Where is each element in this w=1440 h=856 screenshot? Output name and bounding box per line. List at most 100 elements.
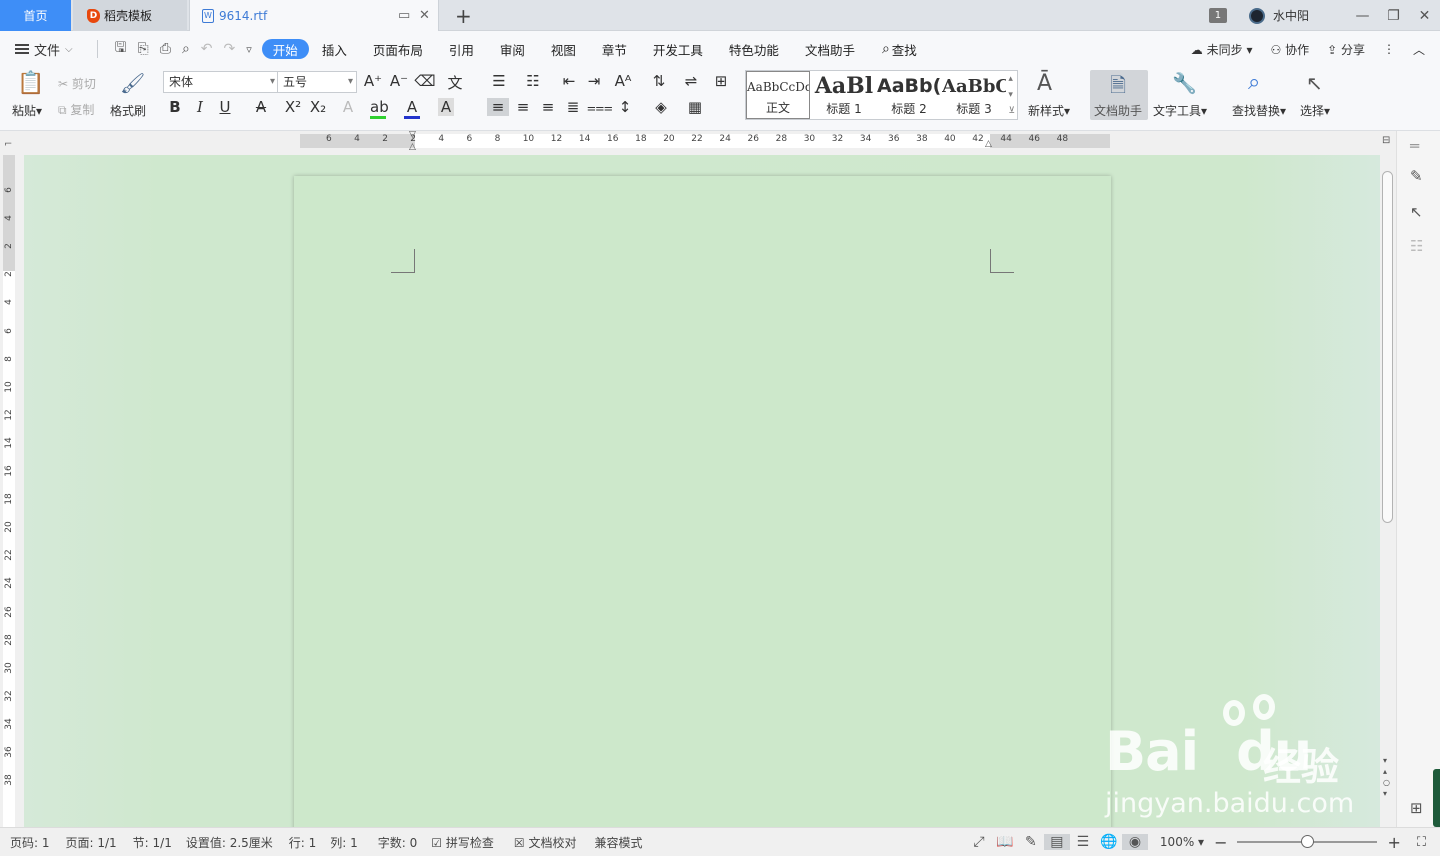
style-heading-2[interactable]: AaBb( 标题 2	[877, 71, 941, 119]
word-count[interactable]: 字数: 0	[378, 834, 418, 851]
setting-value[interactable]: 设置值: 2.5厘米	[186, 834, 273, 851]
change-case-icon[interactable]: Aᴬ	[612, 72, 634, 90]
line-spacing-icon[interactable]: ↕	[614, 98, 636, 116]
print-icon[interactable]: ⎙	[160, 41, 171, 57]
row-number[interactable]: 行: 1	[289, 834, 317, 851]
highlight-icon[interactable]: ab	[370, 98, 389, 119]
undo-icon[interactable]: ↶	[201, 41, 213, 57]
font-name-select[interactable]: 宋体	[163, 71, 279, 93]
file-menu-button[interactable]: 文件 ⌵	[15, 40, 73, 59]
superscript-icon[interactable]: X²	[282, 98, 304, 116]
page-view-icon[interactable]: ▤	[1043, 834, 1070, 850]
new-tab-icon[interactable]: +	[455, 4, 472, 28]
section-count[interactable]: 节: 1/1	[133, 834, 172, 851]
save-as-icon[interactable]: ⎘	[138, 41, 149, 57]
search-button[interactable]: ⌕ 查找	[868, 39, 930, 59]
select-cursor-icon[interactable]: ↖	[1410, 203, 1423, 221]
horizontal-ruler[interactable]: ⌐ 6 4 2 2 4 6 8 10 12 14 16 18 20 22 24 26 28 30 32 34 36 38 4…	[0, 130, 1380, 155]
font-color-icon[interactable]: A	[404, 98, 420, 119]
style-heading-3[interactable]: AaBbC 标题 3	[942, 71, 1006, 119]
bullet-list-icon[interactable]: ☰	[488, 72, 510, 90]
edit-pen-icon[interactable]: ✎	[1410, 167, 1423, 185]
wrench-icon[interactable]: 🔧	[1172, 71, 1197, 95]
show-marks-icon[interactable]: ⇌	[680, 72, 702, 90]
collab-button[interactable]: ⚇ 协作	[1270, 41, 1309, 58]
styles-scroll-icon[interactable]: ▴ ▾ ⊻	[1008, 71, 1015, 119]
tab-developer[interactable]: 开发工具	[640, 39, 716, 59]
phonetic-guide-icon[interactable]: 文	[444, 72, 466, 93]
print-preview-icon[interactable]: ⌕	[182, 41, 190, 57]
font-size-select[interactable]: 五号	[277, 71, 357, 93]
shrink-font-icon[interactable]: A⁻	[388, 72, 410, 90]
page-count[interactable]: 页面: 1/1	[66, 834, 117, 851]
distribute-icon[interactable]: ⩶	[587, 98, 613, 116]
tab-page-layout[interactable]: 页面布局	[360, 39, 436, 59]
right-indent-marker[interactable]: △	[985, 139, 992, 149]
char-shading-icon[interactable]: A	[438, 98, 454, 116]
save-icon[interactable]: 🖫	[115, 37, 127, 61]
tab-doc-assistant[interactable]: 文档助手	[792, 39, 868, 59]
spell-check-button[interactable]: ☑ 拼写检查	[431, 834, 494, 851]
text-tools-button[interactable]: 文字工具▾	[1153, 102, 1207, 119]
apps-grid-icon[interactable]: ⊞	[1410, 799, 1423, 817]
zoom-out-icon[interactable]: −	[1214, 833, 1227, 852]
tab-start[interactable]: 开始	[261, 39, 309, 59]
grow-font-icon[interactable]: A⁺	[362, 72, 384, 90]
cursor-icon[interactable]: ↖	[1306, 71, 1323, 95]
paste-button[interactable]: 粘贴▾	[12, 102, 42, 119]
document-page[interactable]	[294, 176, 1111, 827]
tab-insert[interactable]: 插入	[309, 39, 360, 59]
zoom-in-icon[interactable]: +	[1387, 833, 1400, 852]
ruler-toggle-icon[interactable]: ⊟	[1382, 135, 1390, 146]
new-style-button[interactable]: 新样式▾	[1028, 102, 1070, 119]
tab-document[interactable]: W 9614.rtf ▭ ✕	[189, 0, 439, 31]
new-style-icon[interactable]: Ā	[1037, 71, 1052, 96]
numbered-list-icon[interactable]: ☷	[522, 72, 544, 90]
zoom-level-select[interactable]: 100% ▾	[1160, 835, 1204, 849]
tab-home[interactable]: 首页	[0, 0, 71, 31]
outline-view-icon[interactable]: ☰	[1070, 834, 1096, 850]
web-view-icon[interactable]: 🌐	[1096, 834, 1122, 850]
column-number[interactable]: 列: 1	[330, 834, 358, 851]
read-mode-icon[interactable]: 📖	[992, 834, 1018, 850]
minimize-button[interactable]: —	[1347, 8, 1378, 24]
strikethrough-icon[interactable]: A	[250, 98, 272, 116]
style-normal[interactable]: AaBbCcDd 正文	[746, 71, 810, 119]
tab-stop-icon[interactable]: ⌐	[4, 139, 12, 150]
scroll-nav-icon[interactable]: ▾ ▴ ○ ▾	[1383, 755, 1390, 799]
select-button[interactable]: 选择▾	[1300, 102, 1330, 119]
bold-icon[interactable]: B	[164, 98, 186, 116]
text-effect-icon[interactable]: A	[337, 98, 359, 116]
avatar[interactable]	[1248, 7, 1265, 24]
format-painter-button[interactable]: 格式刷	[110, 102, 146, 119]
align-center-icon[interactable]: ≡	[512, 98, 534, 116]
fit-window-icon[interactable]: ⛶	[1417, 835, 1426, 850]
align-left-icon[interactable]: ≡	[487, 98, 509, 116]
tab-review[interactable]: 审阅	[487, 39, 538, 59]
italic-icon[interactable]: I	[189, 98, 211, 116]
redo-icon[interactable]: ↷	[224, 41, 236, 57]
vertical-scrollbar[interactable]: ⊟ ▾ ▴ ○ ▾	[1380, 131, 1396, 827]
tab-references[interactable]: 引用	[436, 39, 487, 59]
copy-button[interactable]: ⧉ 复制	[58, 101, 94, 118]
user-name[interactable]: 水中阳	[1273, 7, 1309, 24]
increase-indent-icon[interactable]: ⇥	[583, 72, 605, 90]
side-tab-handle[interactable]	[1433, 769, 1440, 827]
align-right-icon[interactable]: ≡	[537, 98, 559, 116]
customize-qat-icon[interactable]: ▿	[246, 43, 252, 56]
justify-icon[interactable]: ≣	[562, 98, 584, 116]
close-window-button[interactable]: ✕	[1409, 8, 1440, 24]
shading-icon[interactable]: ◈	[650, 98, 672, 116]
format-painter-icon[interactable]: 🖌	[120, 71, 145, 95]
tab-view[interactable]: 视图	[538, 39, 589, 59]
tab-daoke-template[interactable]: D 稻壳模板	[73, 0, 187, 31]
zoom-slider[interactable]	[1237, 835, 1378, 848]
settings-sliders-icon[interactable]: ☷	[1410, 237, 1423, 255]
tab-features[interactable]: 特色功能	[716, 39, 792, 59]
window-count-badge[interactable]: 1	[1208, 8, 1227, 23]
more-icon[interactable]: ⋮	[1383, 42, 1395, 56]
scrollbar-thumb[interactable]	[1382, 171, 1393, 523]
cut-button[interactable]: ✂ 剪切	[58, 75, 96, 92]
decrease-indent-icon[interactable]: ⇤	[558, 72, 580, 90]
first-line-indent-marker[interactable]: ▽	[409, 130, 416, 140]
